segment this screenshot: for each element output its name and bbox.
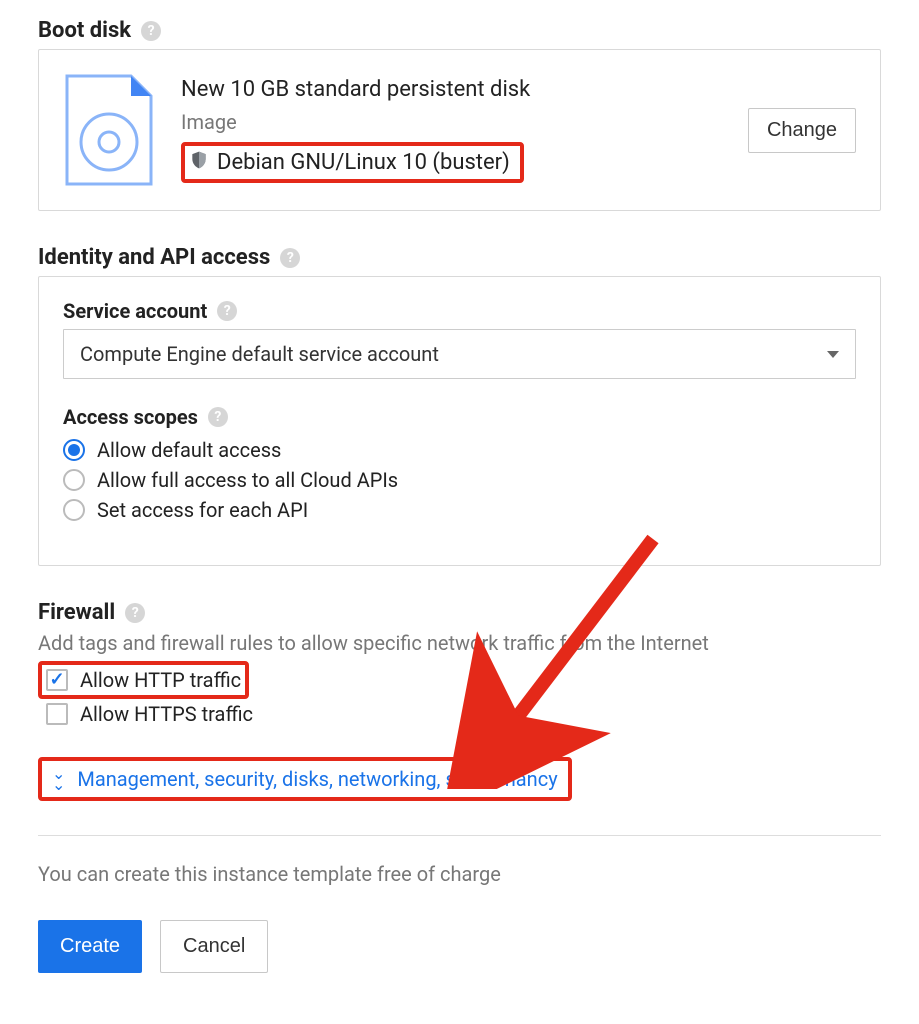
caret-down-icon [827, 351, 839, 358]
advanced-expander-label: Management, security, disks, networking,… [77, 767, 557, 791]
disk-icon [63, 72, 155, 188]
create-button[interactable]: Create [38, 920, 142, 973]
bootdisk-image-value: Debian GNU/Linux 10 (buster) [217, 150, 510, 175]
radio-icon [63, 499, 85, 521]
help-icon[interactable]: ? [125, 603, 145, 623]
firewall-help-text: Add tags and firewall rules to allow spe… [38, 631, 881, 655]
allow-http-checkbox-row[interactable]: Allow HTTP traffic [42, 665, 245, 695]
radio-icon [63, 439, 85, 461]
service-account-label-text: Service account [63, 299, 207, 323]
checkbox-icon [46, 703, 68, 725]
scope-default-label: Allow default access [97, 438, 281, 462]
scope-full-label: Allow full access to all Cloud APIs [97, 468, 398, 492]
help-icon[interactable]: ? [217, 301, 237, 321]
bootdisk-section-title: Boot disk ? [38, 18, 881, 43]
access-scopes-label: Access scopes ? [63, 405, 856, 429]
firewall-title-text: Firewall [38, 600, 115, 625]
help-icon[interactable]: ? [208, 407, 228, 427]
bootdisk-image-value-row: Debian GNU/Linux 10 (buster) [181, 142, 524, 183]
help-icon[interactable]: ? [280, 248, 300, 268]
identity-section-title: Identity and API access ? [38, 245, 881, 270]
allow-http-label: Allow HTTP traffic [80, 668, 241, 692]
identity-title-text: Identity and API access [38, 245, 270, 270]
allow-https-label: Allow HTTPS traffic [80, 702, 253, 726]
shield-icon [189, 150, 209, 175]
change-button[interactable]: Change [748, 108, 856, 153]
scope-default-radio[interactable]: Allow default access [63, 435, 856, 465]
help-icon[interactable]: ? [141, 21, 161, 41]
access-scopes-label-text: Access scopes [63, 405, 198, 429]
bootdisk-image-label: Image [181, 110, 722, 134]
firewall-section-title: Firewall ? [38, 600, 881, 625]
scope-each-label: Set access for each API [97, 498, 308, 522]
scope-each-radio[interactable]: Set access for each API [63, 495, 856, 525]
checkbox-icon [46, 669, 68, 691]
free-of-charge-text: You can create this instance template fr… [38, 862, 881, 886]
bootdisk-panel: New 10 GB standard persistent disk Image… [38, 49, 881, 211]
chevron-down-icon: ⌄⌄ [52, 768, 65, 790]
divider [38, 835, 881, 836]
bootdisk-info: New 10 GB standard persistent disk Image… [181, 77, 722, 183]
action-row: Create Cancel [38, 920, 881, 973]
advanced-expander[interactable]: ⌄⌄ Management, security, disks, networki… [38, 757, 572, 801]
identity-panel: Service account ? Compute Engine default… [38, 276, 881, 566]
cancel-button[interactable]: Cancel [160, 920, 268, 973]
service-account-value: Compute Engine default service account [80, 342, 439, 366]
bootdisk-title-text: Boot disk [38, 18, 131, 43]
service-account-label: Service account ? [63, 299, 856, 323]
allow-https-checkbox-row[interactable]: Allow HTTPS traffic [38, 699, 881, 729]
scope-full-radio[interactable]: Allow full access to all Cloud APIs [63, 465, 856, 495]
service-account-select[interactable]: Compute Engine default service account [63, 329, 856, 379]
radio-icon [63, 469, 85, 491]
bootdisk-disk-title: New 10 GB standard persistent disk [181, 77, 722, 102]
allow-http-highlight: Allow HTTP traffic [38, 661, 249, 699]
